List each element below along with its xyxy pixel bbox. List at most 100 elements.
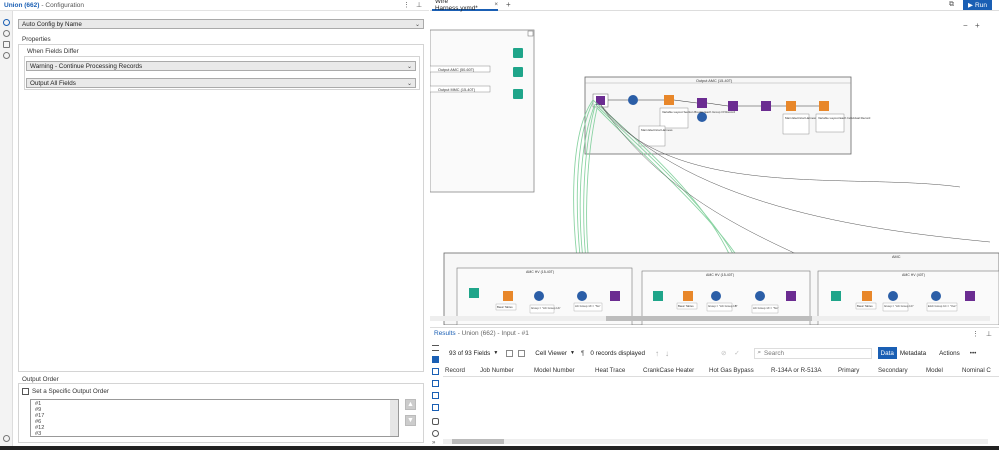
browse-tool-icon [513,67,523,77]
list-icon[interactable] [432,345,439,351]
check-icon[interactable]: ✓ [734,350,739,357]
results-toolbar: 93 of 93 Fields ▼ Cell Viewer ▼ ¶ 0 reco… [443,346,999,360]
tab-metadata[interactable]: Metadata [897,347,929,359]
config-title: Union (662) [4,1,40,9]
caret-down-icon[interactable]: ▼ [493,350,498,356]
column-header[interactable]: Hot Gas Bypass [709,367,754,374]
copy-icon[interactable] [518,349,526,357]
grid-icon[interactable] [432,404,439,411]
tab-data[interactable]: Data [877,347,897,359]
tool-label: Group = "AC Group 1B" [708,304,738,308]
grid-icon[interactable] [432,380,439,387]
help-icon[interactable] [3,52,10,59]
column-header[interactable]: Job Number [480,367,514,374]
config-side-rail [0,11,13,450]
caret-down-icon[interactable]: ▼ [570,350,575,356]
actions-menu[interactable]: Actions [939,350,960,357]
fields-differ-select[interactable]: Warning - Continue Processing Records ⌄ [26,61,416,71]
column-header[interactable]: Model Number [534,367,575,374]
pin-icon[interactable]: ⊥ [416,1,422,9]
more-options-icon[interactable]: ⋮ [403,1,410,9]
container-title: AMC HV (15-40T) [706,273,734,277]
output-fields-select[interactable]: Output All Fields ⌄ [26,78,416,88]
tool-label: Basic Tables [678,304,694,308]
canvas-hscroll-thumb [606,316,812,321]
pilcrow-icon[interactable]: ¶ [581,350,584,357]
layout-tool-icon [786,101,796,111]
play-icon: ▶ [968,2,974,9]
annotation-note: Variable Layout Each Individual Record [818,116,871,120]
results-side-rail: » [430,343,441,450]
when-fields-differ-label: When Fields Differ [27,48,79,55]
layout-tool-icon [819,101,829,111]
tag-icon[interactable] [3,41,10,48]
pin-icon[interactable]: ⊥ [986,330,992,338]
config-subtitle: - Configuration [41,1,85,9]
chevron-down-icon: ⌄ [406,81,412,87]
input-tool-icon [469,288,479,298]
document-tab-bar [430,0,999,11]
settings-icon[interactable] [3,435,10,442]
column-header[interactable]: Model [926,367,943,374]
tool-label: EAC Group 1C = "Yes" [928,304,956,308]
config-header: Union (662) - Configuration ⋮ ⊥ [0,0,429,11]
browse-tool-icon [513,48,523,58]
column-header[interactable]: Nominal C [962,367,991,374]
container-label: Output MMC (15-40T) [438,88,476,92]
column-header[interactable]: Record [445,367,465,374]
more-options-icon[interactable]: ⋮ [972,330,979,338]
cell-viewer-dropdown[interactable]: Cell Viewer [535,350,567,357]
container-label: Output AMC (50-60T) [438,68,475,72]
union-mode-select[interactable]: Auto Config by Name ⌄ [18,19,424,29]
run-button[interactable]: ▶ Run [963,0,992,10]
grid-icon[interactable] [432,392,439,399]
order-list-scrollbar[interactable] [390,400,398,436]
table-view-icon[interactable] [432,356,439,363]
zoom-out-icon: − [963,21,968,30]
history-icon[interactable] [432,418,439,425]
results-title: Results [434,330,456,337]
column-header[interactable]: Secondary [878,367,908,374]
grid-icon[interactable] [432,368,439,375]
browse-tool-icon [513,89,523,99]
output-fields-value: Output All Fields [30,79,76,87]
annotation-icon[interactable] [3,30,10,37]
column-header[interactable]: Primary [838,367,859,374]
column-header[interactable]: CrankCase Heater [643,367,694,374]
fields-dropdown[interactable]: 93 of 93 Fields [449,350,490,357]
results-hscroll-thumb[interactable] [452,439,504,444]
help-icon[interactable] [432,430,439,437]
workflow-canvas[interactable]: Output AMC (50-60T) Output MMC (15-40T) … [430,12,999,325]
tool-label: Basic Tables [497,305,513,309]
tab-wire-harness[interactable]: Wire Harness.yxmd* × [432,0,498,12]
search-icon: ⌕ [757,349,762,356]
output-order-label: Output Order [22,376,59,383]
specific-order-checkbox[interactable] [22,388,29,395]
tool-label: Basic Tables [857,304,873,308]
fields-differ-value: Warning - Continue Processing Records [30,62,143,70]
chevron-down-icon: ⌄ [406,64,412,70]
container-title: AMC [892,255,901,259]
move-up-button[interactable]: ▲ [405,399,416,410]
arrow-down-icon[interactable]: ↓ [665,349,669,358]
tool-label: AC Group 1X = "No" [753,306,778,310]
column-header[interactable]: R-134A or R-513A [771,367,822,374]
chevron-down-icon: ⌄ [414,22,420,28]
configuration-icon[interactable] [3,19,10,26]
taskbar-strip [0,446,999,450]
move-down-button[interactable]: ▼ [405,415,416,426]
edit-icon[interactable] [506,349,514,357]
container-title: AMC HV (15-40T) [526,270,554,274]
arrow-up-icon[interactable]: ↑ [655,349,659,358]
output-order-list[interactable]: #1 #9 #17 #6 #12 #3 [30,399,399,437]
table-tool-icon [683,291,693,301]
search-input[interactable]: ⌕ Search [753,347,872,359]
column-header[interactable]: Heat Trace [595,367,625,374]
add-tab-button[interactable]: + [506,0,511,9]
close-icon[interactable]: × [494,1,498,8]
union-tool-icon [610,291,620,301]
cancel-icon[interactable]: ⊘ [721,350,726,357]
more-icon[interactable]: ••• [970,350,977,357]
results-hscrollbar[interactable] [443,439,988,444]
undock-icon[interactable]: ⧉ [949,1,954,9]
